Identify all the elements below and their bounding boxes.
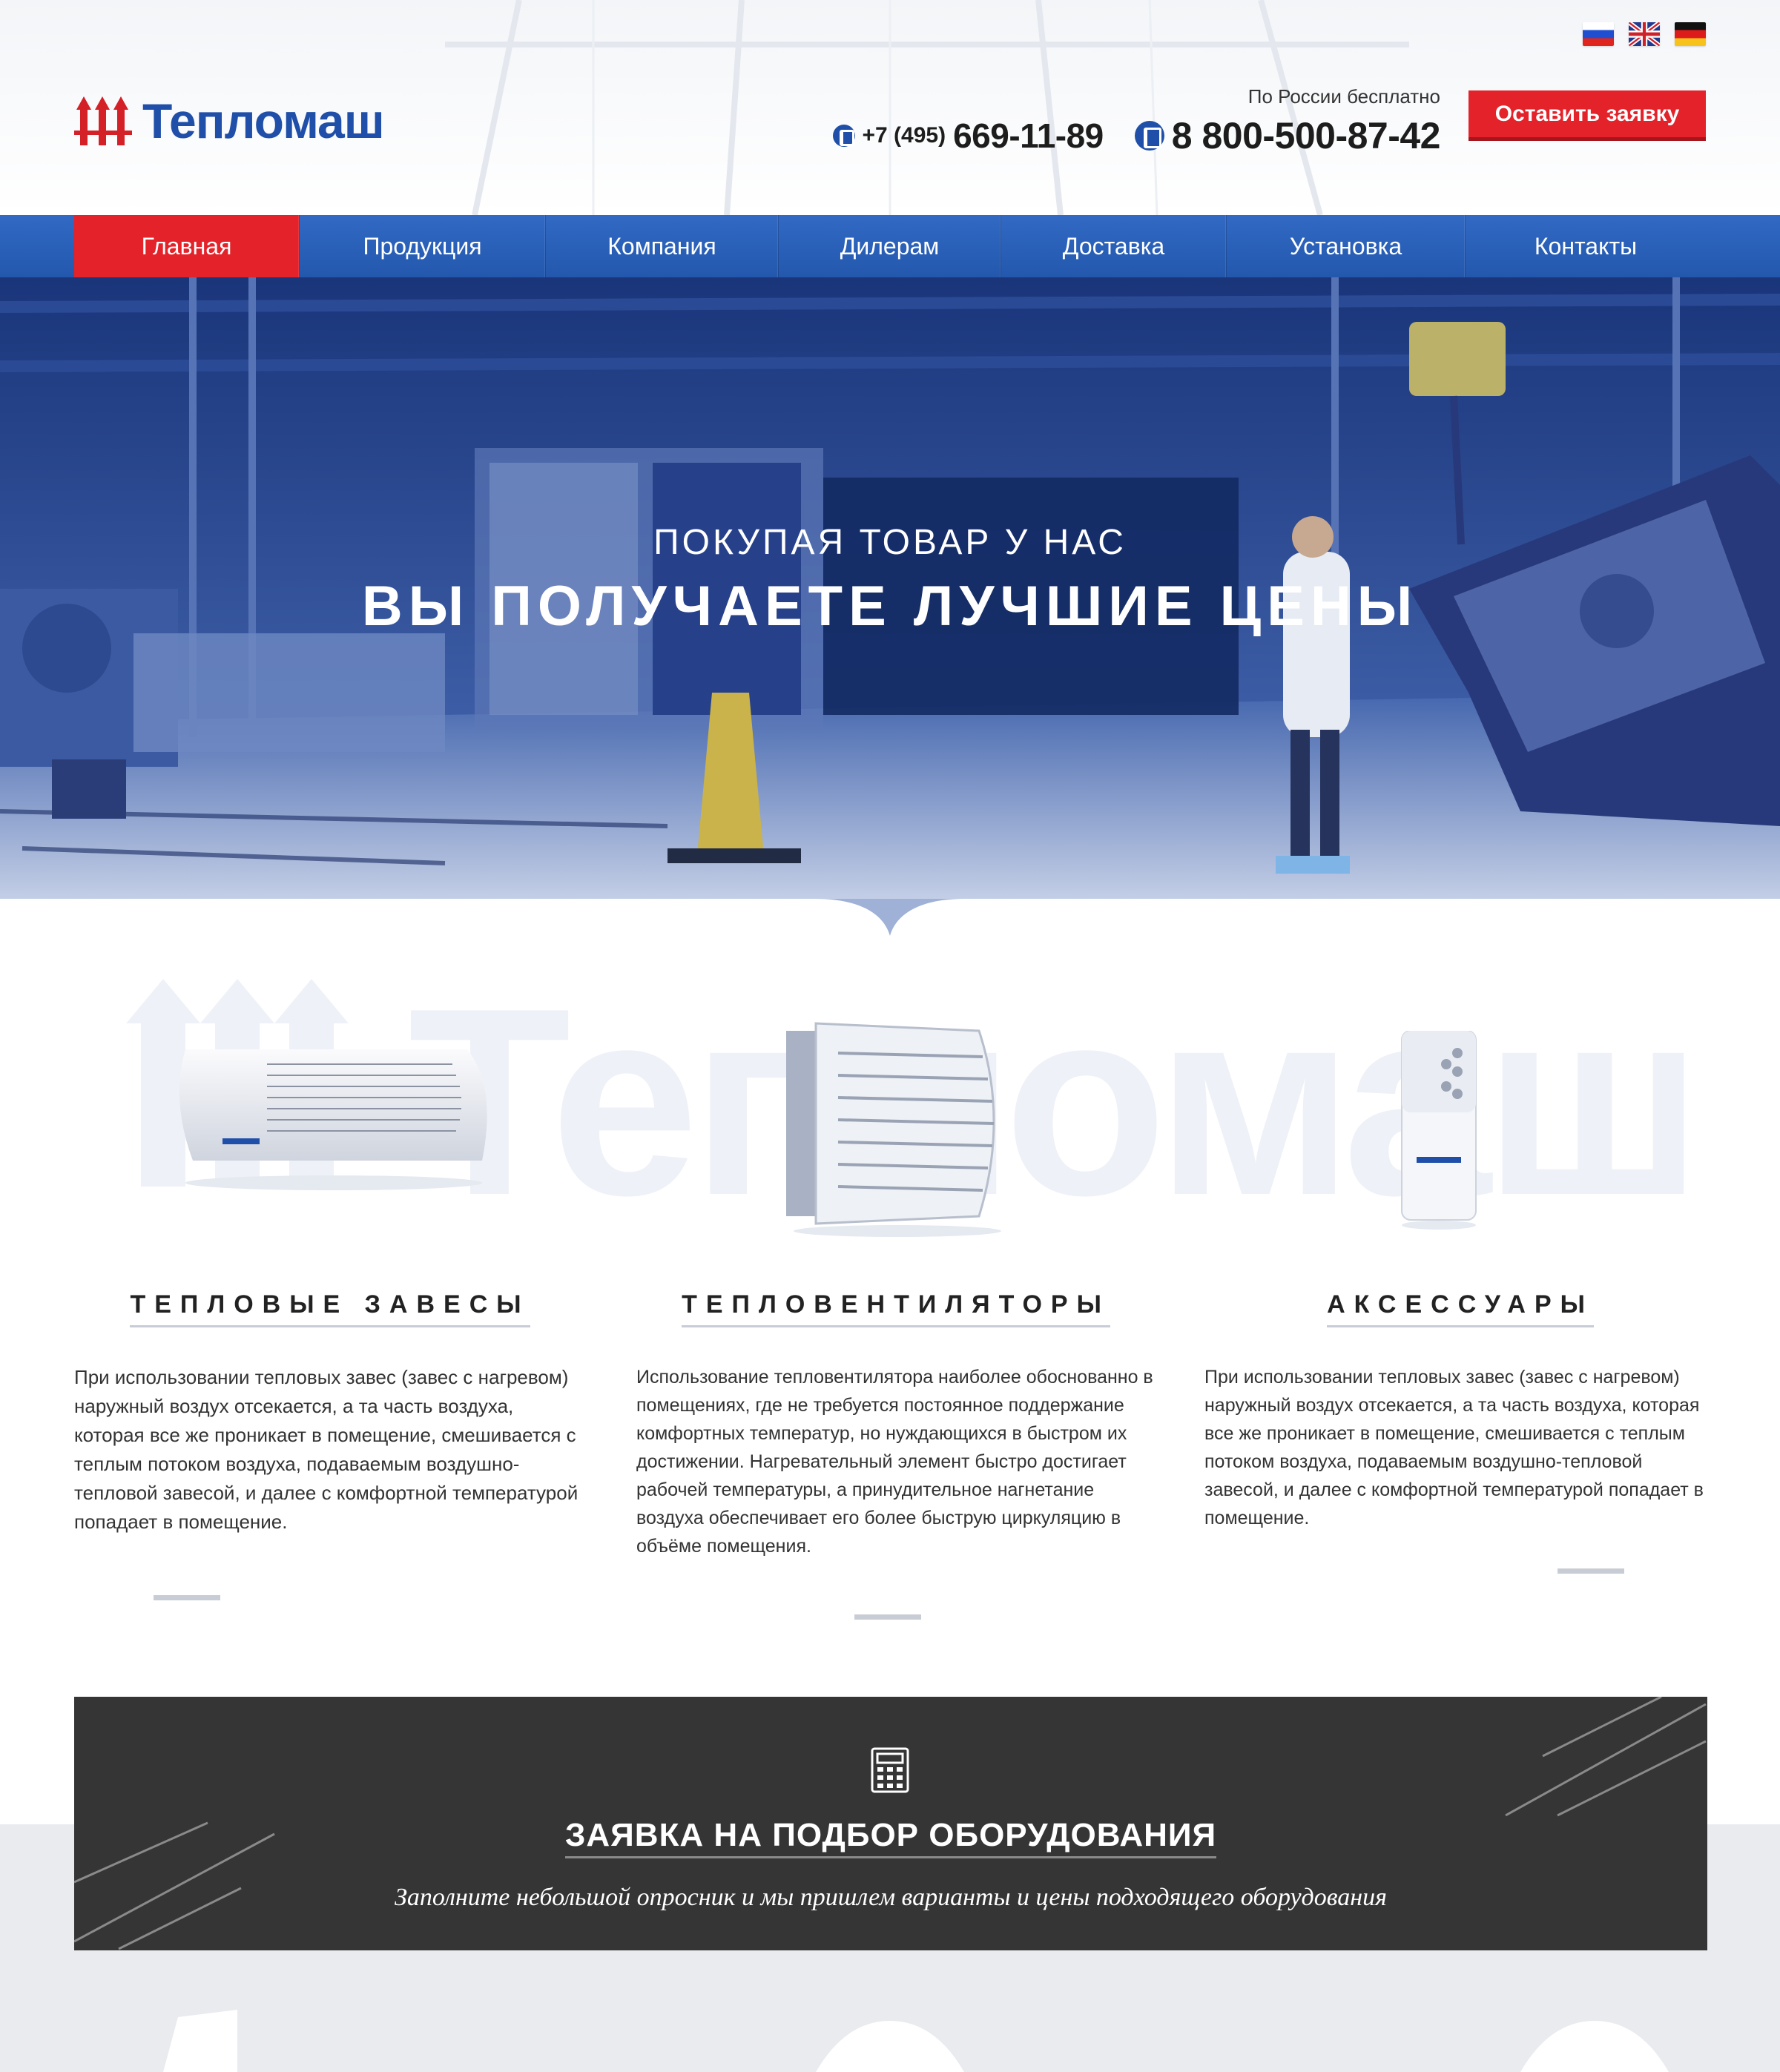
hero-notch-divider bbox=[816, 899, 964, 936]
step-numbers-decor bbox=[163, 2010, 1669, 2072]
product-card-air-curtains: ТЕПЛОВЫЕ ЗАВЕСЫ При использовании теплов… bbox=[74, 1290, 586, 1537]
nav-item-products[interactable]: Продукция bbox=[300, 215, 546, 277]
language-switcher bbox=[1583, 22, 1706, 46]
product-description: При использовании тепловых завес (завес … bbox=[1204, 1367, 1704, 1528]
heat-fan-image bbox=[786, 1022, 1001, 1237]
nav-item-delivery[interactable]: Доставка bbox=[1001, 215, 1227, 277]
product-card-accessories: АКСЕССУАРЫ При использовании тепловых за… bbox=[1204, 1290, 1716, 1532]
svg-text:Тепломаш: Тепломаш bbox=[408, 964, 1684, 1231]
product-description: Использование тепловентилятора наиболее … bbox=[636, 1367, 1153, 1557]
site-logo[interactable]: Тепломаш bbox=[74, 92, 385, 150]
phone-number-tollfree: 8 800-500-87-42 bbox=[1171, 115, 1441, 156]
card-divider bbox=[154, 1595, 220, 1600]
phone-icon bbox=[832, 125, 855, 147]
hero-subtitle: ПОКУПАЯ ТОВАР У НАС bbox=[653, 523, 1127, 562]
phone-code: +7 (495) bbox=[862, 123, 946, 148]
nav-item-company[interactable]: Компания bbox=[546, 215, 779, 277]
nav-item-dealers[interactable]: Дилерам bbox=[779, 215, 1001, 277]
nav-item-contacts[interactable]: Контакты bbox=[1466, 215, 1706, 277]
contact-phones: По России бесплатно +7 (495) 669-11-89 8… bbox=[832, 85, 1441, 157]
banner-title: ЗАЯВКА НА ПОДБОР ОБОРУДОВАНИЯ bbox=[74, 1817, 1707, 1858]
nav-item-home[interactable]: Главная bbox=[74, 215, 300, 277]
flag-ru-icon[interactable] bbox=[1583, 22, 1614, 46]
product-title[interactable]: ТЕПЛОВЕНТИЛЯТОРЫ bbox=[636, 1290, 1156, 1327]
phone-number: 669-11-89 bbox=[953, 116, 1104, 155]
phone-note: По России бесплатно bbox=[1247, 85, 1440, 108]
air-curtain-image bbox=[179, 1049, 487, 1190]
logo-flame-icon bbox=[74, 92, 132, 150]
nav-item-installation[interactable]: Установка bbox=[1227, 215, 1466, 277]
product-card-heat-fans: ТЕПЛОВЕНТИЛЯТОРЫ Использование тепловент… bbox=[636, 1290, 1156, 1560]
request-button[interactable]: Оставить заявку bbox=[1468, 90, 1706, 141]
main-nav: Главная Продукция Компания Дилерам Доста… bbox=[0, 215, 1780, 277]
hero-banner: ПОКУПАЯ ТОВАР У НАС ВЫ ПОЛУЧАЕТЕ ЛУЧШИЕ … bbox=[0, 277, 1780, 899]
site-header: Тепломаш По России бесплатно +7 (495) 66… bbox=[0, 0, 1780, 215]
phone-icon bbox=[1134, 121, 1164, 151]
banner-subtitle: Заполните небольшой опросник и мы пришле… bbox=[395, 1884, 1387, 1911]
product-title[interactable]: ТЕПЛОВЫЕ ЗАВЕСЫ bbox=[74, 1290, 586, 1327]
phone-moscow[interactable]: +7 (495) 669-11-89 bbox=[832, 116, 1104, 156]
request-banner[interactable]: ЗАЯВКА НА ПОДБОР ОБОРУДОВАНИЯ Заполните … bbox=[74, 1697, 1707, 1950]
flag-uk-icon[interactable] bbox=[1629, 22, 1660, 46]
steps-section-peek bbox=[0, 2002, 1780, 2072]
phone-tollfree[interactable]: 8 800-500-87-42 bbox=[1134, 114, 1441, 157]
product-title[interactable]: АКСЕССУАРЫ bbox=[1204, 1290, 1716, 1327]
card-divider bbox=[854, 1614, 921, 1620]
remote-control-image bbox=[1401, 1031, 1477, 1230]
flag-de-icon[interactable] bbox=[1675, 22, 1706, 46]
logo-text: Тепломаш bbox=[142, 93, 385, 148]
product-description: При использовании тепловых завес (завес … bbox=[74, 1366, 578, 1533]
hero-title: ВЫ ПОЛУЧАЕТЕ ЛУЧШИЕ ЦЕНЫ bbox=[361, 575, 1419, 638]
card-divider bbox=[1558, 1568, 1624, 1574]
calculator-icon bbox=[871, 1747, 909, 1793]
